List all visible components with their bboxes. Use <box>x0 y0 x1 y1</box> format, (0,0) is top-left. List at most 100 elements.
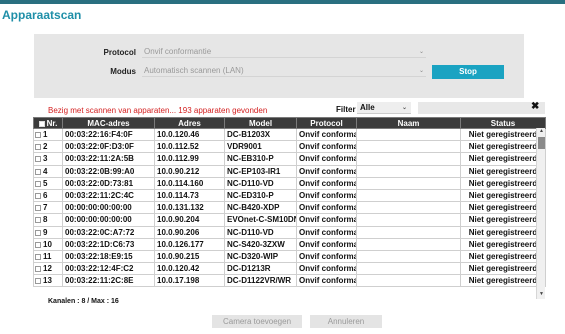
row-checkbox[interactable] <box>35 217 41 224</box>
row-checkbox[interactable] <box>35 193 41 200</box>
row-number: 11 <box>43 251 52 261</box>
cell-mac-address: 00:03:22:1D:C6:73 <box>62 237 155 251</box>
cell-status: Niet geregistreerd <box>460 152 546 166</box>
protocol-select[interactable]: Onvif conformantie ⌄ <box>142 46 426 58</box>
column-header-protocol[interactable]: Protocol <box>296 117 357 129</box>
cell-nr: 13 <box>33 274 63 288</box>
cell-mac-address: 00:00:00:00:00:00 <box>62 213 155 227</box>
cell-address: 10.0.126.177 <box>154 237 225 251</box>
table-header-row: Nr. MAC-adres Adres Model Protocol Naam … <box>33 117 546 129</box>
row-checkbox[interactable] <box>35 278 41 285</box>
cell-name <box>356 201 461 215</box>
cell-model: DC-D1213R <box>224 262 297 276</box>
cell-protocol: Onvif conforma <box>296 164 357 178</box>
cell-model: NC-D110-VD <box>224 225 297 239</box>
row-number: 3 <box>43 154 48 164</box>
cell-name <box>356 176 461 190</box>
cell-model: DC-D1122VR/WR <box>224 274 297 288</box>
cell-name <box>356 140 461 154</box>
table-row[interactable]: 8 00:00:00:00:00:00 10.0.90.204 EVOnet-C-SM… <box>33 213 546 227</box>
row-checkbox[interactable] <box>35 144 41 151</box>
add-camera-button[interactable]: Camera toevoegen <box>212 315 302 328</box>
cell-name <box>356 237 461 251</box>
cell-nr: 10 <box>33 237 63 251</box>
table-row[interactable]: 6 00:03:22:11:2C:4C 10.0.114.73 NC-ED310-P O… <box>33 188 546 203</box>
mode-select[interactable]: Automatisch scannen (LAN) ⌄ <box>142 65 426 77</box>
cell-model: NC-EB310-P <box>224 152 297 166</box>
cell-nr: 4 <box>33 164 63 178</box>
table-row[interactable]: 2 00:03:22:0F:D3:0F 10.0.112.52 VDR9001 Onvi… <box>33 140 546 154</box>
scroll-down-arrow-icon[interactable]: ▼ <box>537 291 546 299</box>
cell-nr: 11 <box>33 249 63 264</box>
row-checkbox[interactable] <box>35 241 41 248</box>
cell-nr: 8 <box>33 213 63 227</box>
column-header-nr[interactable]: Nr. <box>33 117 63 129</box>
cell-mac-address: 00:03:22:16:F4:0F <box>62 127 155 142</box>
row-checkbox[interactable] <box>35 253 41 260</box>
cell-address: 10.0.17.198 <box>154 274 225 288</box>
channels-info: Kanalen : 8 / Max : 16 <box>48 298 119 305</box>
table-row[interactable]: 1 00:03:22:16:F4:0F 10.0.120.46 DC-B1203X On… <box>33 127 546 142</box>
row-checkbox[interactable] <box>35 229 41 236</box>
table-row[interactable]: 4 00:03:22:0B:99:A0 10.0.90.212 NC-EP103-IR… <box>33 164 546 178</box>
protocol-label: Protocol <box>103 48 136 57</box>
cell-model: NC-EP103-IR1 <box>224 164 297 178</box>
column-header-mac[interactable]: MAC-adres <box>62 117 155 129</box>
column-header-status[interactable]: Status <box>460 117 546 129</box>
row-checkbox[interactable] <box>35 205 41 212</box>
table-scrollbar[interactable]: ▲ ▼ <box>536 128 545 299</box>
cell-address: 10.0.114.160 <box>154 176 225 190</box>
filter-select[interactable]: Alle ⌄ <box>357 102 411 114</box>
table-row[interactable]: 7 00:00:00:00:00:00 10.0.131.132 NC-B420-XD… <box>33 201 546 215</box>
row-number: 6 <box>43 191 48 201</box>
cell-mac-address: 00:03:22:12:4F:C2 <box>62 262 155 276</box>
cell-mac-address: 00:03:22:11:2A:5B <box>62 152 155 166</box>
column-header-name[interactable]: Naam <box>356 117 461 129</box>
chevron-down-icon: ⌄ <box>418 49 424 55</box>
scrollbar-thumb[interactable] <box>538 137 545 149</box>
stop-button[interactable]: Stop <box>432 65 504 79</box>
cell-status: Niet geregistreerd <box>460 188 546 203</box>
cell-address: 10.0.131.132 <box>154 201 225 215</box>
table-row[interactable]: 10 00:03:22:1D:C6:73 10.0.126.177 NC-S420-3… <box>33 237 546 251</box>
table-row[interactable]: 12 00:03:22:12:4F:C2 10.0.120.42 DC-D1213R O… <box>33 262 546 276</box>
table-row[interactable]: 11 00:03:22:18:E9:15 10.0.90.215 NC-D320-WI… <box>33 249 546 264</box>
cell-protocol: Onvif conforma <box>296 188 357 203</box>
table-row[interactable]: 13 00:03:22:11:2C:8E 10.0.17.198 DC-D1122VR… <box>33 274 546 288</box>
cell-name <box>356 188 461 203</box>
table-row[interactable]: 9 00:03:22:0C:A7:72 10.0.90.206 NC-D110-VD O… <box>33 225 546 239</box>
chevron-down-icon: ⌄ <box>401 105 407 111</box>
row-number: 4 <box>43 166 48 176</box>
row-checkbox[interactable] <box>35 132 41 139</box>
window-top-bar <box>0 0 565 4</box>
row-checkbox[interactable] <box>35 156 41 163</box>
table-row[interactable]: 5 00:03:22:0D:73:81 10.0.114.160 NC-D110-VD… <box>33 176 546 190</box>
scan-status-message: Bezig met scannen van apparaten... 193 a… <box>48 106 268 115</box>
cell-address: 10.0.120.46 <box>154 127 225 142</box>
row-number: 12 <box>43 264 52 274</box>
cell-model: NC-S420-3ZXW <box>224 237 297 251</box>
scroll-up-arrow-icon[interactable]: ▲ <box>537 128 546 136</box>
select-all-checkbox[interactable] <box>38 120 45 127</box>
close-icon[interactable]: ✖ <box>531 101 539 112</box>
row-checkbox[interactable] <box>35 180 41 187</box>
window-title: Apparaatscan <box>2 8 82 22</box>
cell-protocol: Onvif conforma <box>296 213 357 227</box>
cell-nr: 9 <box>33 225 63 239</box>
filter-search-input[interactable] <box>418 102 545 114</box>
table-row[interactable]: 3 00:03:22:11:2A:5B 10.0.112.99 NC-EB310-P O… <box>33 152 546 166</box>
row-number: 5 <box>43 178 48 188</box>
cell-nr: 6 <box>33 188 63 203</box>
cancel-button[interactable]: Annuleren <box>310 315 382 328</box>
column-header-address[interactable]: Adres <box>154 117 225 129</box>
cell-protocol: Onvif conforma <box>296 176 357 190</box>
cell-model: DC-B1203X <box>224 127 297 142</box>
row-checkbox[interactable] <box>35 266 41 273</box>
column-header-model[interactable]: Model <box>224 117 297 129</box>
cell-name <box>356 152 461 166</box>
cell-status: Niet geregistreerd <box>460 225 546 239</box>
cell-mac-address: 00:03:22:0B:99:A0 <box>62 164 155 178</box>
cell-status: Niet geregistreerd <box>460 237 546 251</box>
cell-model: NC-B420-XDP <box>224 201 297 215</box>
row-checkbox[interactable] <box>35 168 41 175</box>
